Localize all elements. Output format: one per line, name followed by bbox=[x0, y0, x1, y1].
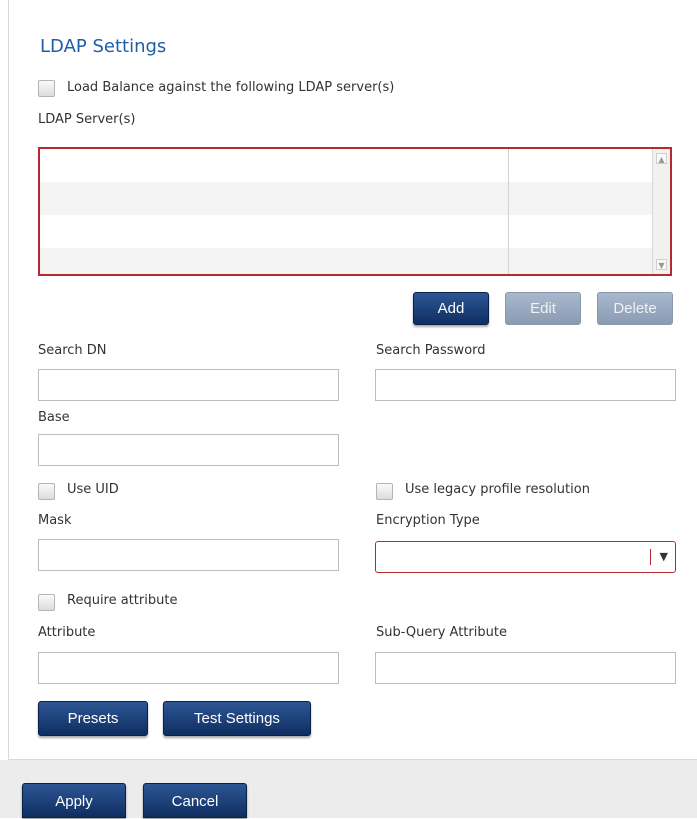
cancel-button[interactable]: Cancel bbox=[143, 783, 247, 818]
attribute-label: Attribute bbox=[38, 625, 96, 640]
base-label: Base bbox=[38, 410, 70, 425]
require-attribute-label: Require attribute bbox=[67, 593, 178, 608]
encryption-type-label: Encryption Type bbox=[376, 513, 480, 528]
encryption-type-select[interactable]: ▼ bbox=[375, 541, 676, 573]
scroll-up-arrow-icon[interactable]: ▲ bbox=[656, 153, 667, 164]
search-password-label: Search Password bbox=[376, 343, 486, 358]
legacy-profile-label: Use legacy profile resolution bbox=[405, 482, 590, 497]
list-row[interactable] bbox=[40, 215, 652, 248]
list-row[interactable] bbox=[40, 149, 652, 182]
list-scrollbar[interactable]: ▲ ▼ bbox=[652, 149, 670, 274]
search-password-input[interactable] bbox=[375, 369, 676, 401]
list-row[interactable] bbox=[40, 248, 652, 274]
base-input[interactable] bbox=[38, 434, 339, 466]
require-attribute-checkbox[interactable] bbox=[38, 594, 55, 611]
search-dn-label: Search DN bbox=[38, 343, 107, 358]
apply-button[interactable]: Apply bbox=[22, 783, 126, 818]
ldap-server-list[interactable]: ▲ ▼ bbox=[38, 147, 672, 276]
chevron-down-icon[interactable]: ▼ bbox=[660, 550, 668, 563]
mask-label: Mask bbox=[38, 513, 72, 528]
edit-button[interactable]: Edit bbox=[505, 292, 581, 325]
presets-button[interactable]: Presets bbox=[38, 701, 148, 736]
sub-query-attribute-input[interactable] bbox=[375, 652, 676, 684]
sub-query-attribute-label: Sub-Query Attribute bbox=[376, 625, 507, 640]
load-balance-checkbox[interactable] bbox=[38, 80, 55, 97]
attribute-input[interactable] bbox=[38, 652, 339, 684]
use-uid-checkbox[interactable] bbox=[38, 483, 55, 500]
delete-button[interactable]: Delete bbox=[597, 292, 673, 325]
select-divider bbox=[650, 549, 651, 565]
ldap-servers-label: LDAP Server(s) bbox=[38, 112, 136, 127]
scroll-down-arrow-icon[interactable]: ▼ bbox=[656, 259, 667, 270]
search-dn-input[interactable] bbox=[38, 369, 339, 401]
load-balance-label: Load Balance against the following LDAP … bbox=[67, 80, 395, 95]
column-divider bbox=[508, 149, 509, 274]
list-row[interactable] bbox=[40, 182, 652, 215]
page-title: LDAP Settings bbox=[40, 36, 167, 57]
mask-input[interactable] bbox=[38, 539, 339, 571]
add-button[interactable]: Add bbox=[413, 292, 489, 325]
test-settings-button[interactable]: Test Settings bbox=[163, 701, 311, 736]
use-uid-label: Use UID bbox=[67, 482, 119, 497]
legacy-profile-checkbox[interactable] bbox=[376, 483, 393, 500]
